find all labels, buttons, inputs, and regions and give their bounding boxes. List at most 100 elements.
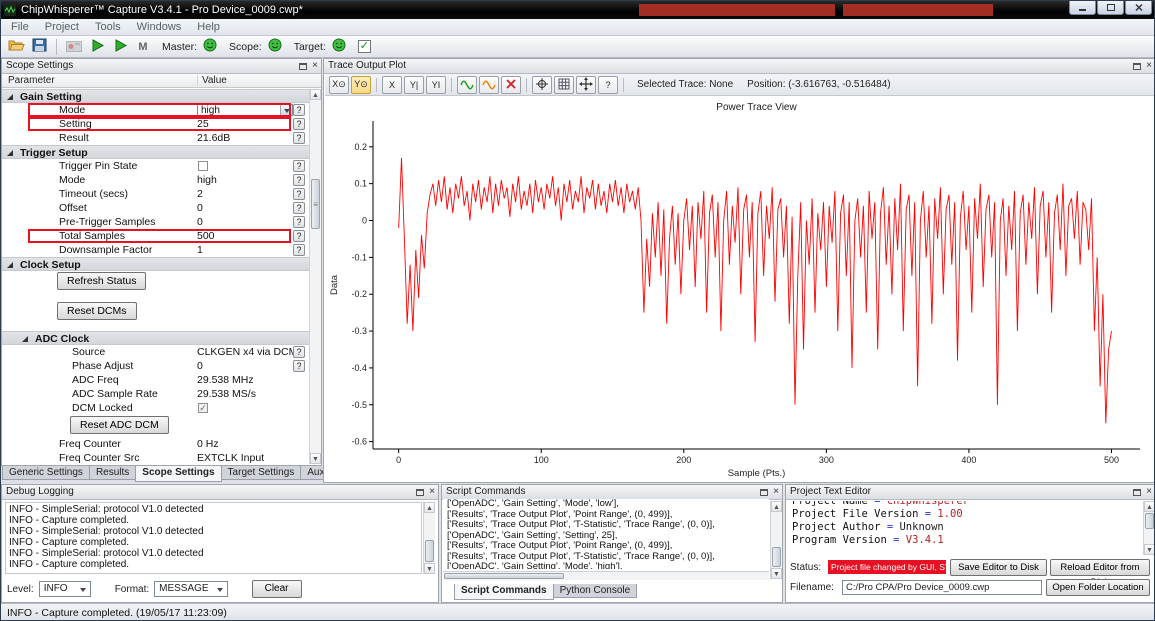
float-panel-icon[interactable] — [299, 63, 307, 70]
value-checkbox[interactable] — [198, 161, 208, 171]
help-button[interactable]: ? — [293, 118, 305, 130]
x-autorange-button[interactable]: X⊙ — [329, 76, 349, 94]
x-axis-label: Sample (Pts.) — [728, 468, 786, 479]
scrollbar-thumb[interactable] — [425, 540, 434, 562]
help-button[interactable]: ? — [293, 132, 305, 144]
scroll-up-icon[interactable]: ▲ — [310, 89, 321, 100]
log-scrollbar[interactable]: ▲ ▼ — [423, 502, 435, 574]
tab-results[interactable]: Results — [89, 466, 136, 480]
scroll-down-icon[interactable]: ▼ — [424, 563, 435, 574]
param-label: ADC Sample Rate — [72, 387, 158, 401]
tree-scrollbar[interactable]: ▲ ▼ ≡ — [309, 89, 321, 464]
capture-multi-button[interactable] — [110, 37, 130, 56]
filename-input[interactable]: C:/Pro CPA/Pro Device_0009.cwp — [842, 580, 1042, 595]
help-button[interactable]: ? — [293, 160, 305, 172]
tab-target-settings[interactable]: Target Settings — [221, 466, 302, 480]
expand-icon[interactable] — [7, 94, 13, 100]
open-folder-button[interactable]: Open Folder Location — [1046, 579, 1150, 596]
help-button[interactable]: ? — [293, 244, 305, 256]
menu-item-windows[interactable]: Windows — [129, 19, 190, 35]
power-trace-chart[interactable]: Power Trace ViewDataSample (Pts.)0.20.10… — [325, 97, 1154, 481]
persistence-button[interactable] — [457, 76, 477, 94]
expand-icon[interactable] — [7, 150, 13, 156]
y-indicator-button[interactable]: YI — [426, 76, 446, 94]
menu-item-file[interactable]: File — [3, 19, 37, 35]
scroll-up-icon[interactable]: ▲ — [771, 501, 782, 512]
toolbar-separator — [451, 78, 452, 92]
editor-value: Unknown — [899, 521, 943, 533]
close-button[interactable] — [1125, 1, 1152, 15]
close-panel-icon[interactable]: × — [1146, 487, 1152, 497]
capture-setup-button[interactable] — [64, 37, 84, 56]
menu-item-tools[interactable]: Tools — [87, 19, 129, 35]
clear-button[interactable]: Clear — [252, 580, 302, 598]
pan-button[interactable] — [576, 76, 596, 94]
format-select[interactable]: MESSAGE — [154, 581, 227, 597]
save-project-button[interactable] — [29, 37, 49, 56]
float-panel-icon[interactable] — [1133, 489, 1141, 496]
scope-status-button[interactable] — [265, 37, 285, 56]
save-editor-button[interactable]: Save Editor to Disk — [950, 559, 1047, 576]
settings-button-reset-adc-dcm[interactable]: Reset ADC DCM — [70, 416, 169, 434]
capture-one-button[interactable] — [87, 37, 107, 56]
scrollbar-thumb[interactable] — [1145, 513, 1154, 529]
menu-item-project[interactable]: Project — [37, 19, 87, 35]
x-lock-button[interactable]: X — [382, 76, 402, 94]
scroll-down-icon[interactable]: ▼ — [1144, 544, 1155, 555]
scrollbar-thumb[interactable] — [772, 547, 781, 567]
script-scrollbar[interactable]: ▲ ▼ — [770, 501, 782, 579]
crosshair-button[interactable] — [532, 76, 552, 94]
target-status-button[interactable] — [329, 37, 349, 56]
help-button[interactable]: ? — [293, 202, 305, 214]
expand-icon[interactable] — [22, 336, 28, 342]
scroll-up-icon[interactable]: ▲ — [1144, 501, 1155, 512]
maximize-button[interactable] — [1097, 1, 1124, 15]
close-panel-icon[interactable]: × — [1146, 61, 1152, 71]
help-button[interactable]: ? — [293, 230, 305, 242]
help-button[interactable]: ? — [293, 216, 305, 228]
tab-python-console[interactable]: Python Console — [553, 584, 638, 598]
project-file-text[interactable]: Project Name = ChipWhispererProject File… — [787, 501, 1142, 555]
level-select[interactable]: INFO — [39, 581, 91, 597]
reload-editor-button[interactable]: Reload Editor from Disk — [1050, 559, 1150, 576]
float-panel-icon[interactable] — [1133, 63, 1141, 70]
close-panel-icon[interactable]: × — [773, 487, 779, 497]
help-button[interactable]: ? — [598, 76, 618, 94]
float-panel-icon[interactable] — [760, 489, 768, 496]
clear-button[interactable] — [501, 76, 521, 94]
minimize-button[interactable] — [1069, 1, 1096, 15]
expand-icon[interactable] — [7, 262, 13, 268]
settings-button-reset-dcms[interactable]: Reset DCMs — [57, 302, 137, 320]
help-button[interactable]: ? — [293, 346, 305, 358]
tab-script-commands[interactable]: Script Commands — [454, 584, 554, 600]
script-hscrollbar[interactable] — [443, 571, 769, 580]
y-lock-button[interactable]: Y| — [404, 76, 424, 94]
tab-generic-settings[interactable]: Generic Settings — [2, 466, 90, 480]
master-status-button[interactable] — [200, 37, 220, 56]
scroll-up-icon[interactable]: ▲ — [424, 502, 435, 513]
scrollbar-thumb[interactable]: ≡ — [311, 179, 320, 229]
script-text[interactable]: ['OpenADC', 'Gain Setting', 'Mode', 'low… — [443, 499, 769, 569]
grid-button[interactable] — [554, 76, 574, 94]
help-button[interactable]: ? — [293, 360, 305, 372]
close-panel-icon[interactable]: × — [312, 61, 318, 71]
redaction-highlight — [639, 4, 835, 16]
scrollbar-thumb[interactable] — [444, 573, 564, 579]
help-button[interactable]: ? — [293, 174, 305, 186]
menu-item-help[interactable]: Help — [189, 19, 228, 35]
close-panel-icon[interactable]: × — [429, 487, 435, 497]
tab-scope-settings[interactable]: Scope Settings — [135, 466, 221, 482]
scroll-down-icon[interactable]: ▼ — [310, 453, 321, 464]
capture-m-button[interactable]: M — [133, 37, 153, 56]
smoothing-button[interactable] — [479, 76, 499, 94]
open-project-button[interactable] — [6, 37, 26, 56]
help-button[interactable]: ? — [293, 104, 305, 116]
section-label: Trigger Setup — [20, 146, 88, 160]
editor-scrollbar[interactable]: ▲ ▼ — [1143, 501, 1155, 555]
connect-all-checkbox[interactable]: ✓ — [358, 40, 371, 53]
float-panel-icon[interactable] — [416, 489, 424, 496]
y-autorange-button[interactable]: Y⊙ — [351, 76, 371, 94]
help-button[interactable]: ? — [293, 188, 305, 200]
scroll-down-icon[interactable]: ▼ — [771, 568, 782, 579]
settings-button-refresh-status[interactable]: Refresh Status — [57, 272, 146, 290]
